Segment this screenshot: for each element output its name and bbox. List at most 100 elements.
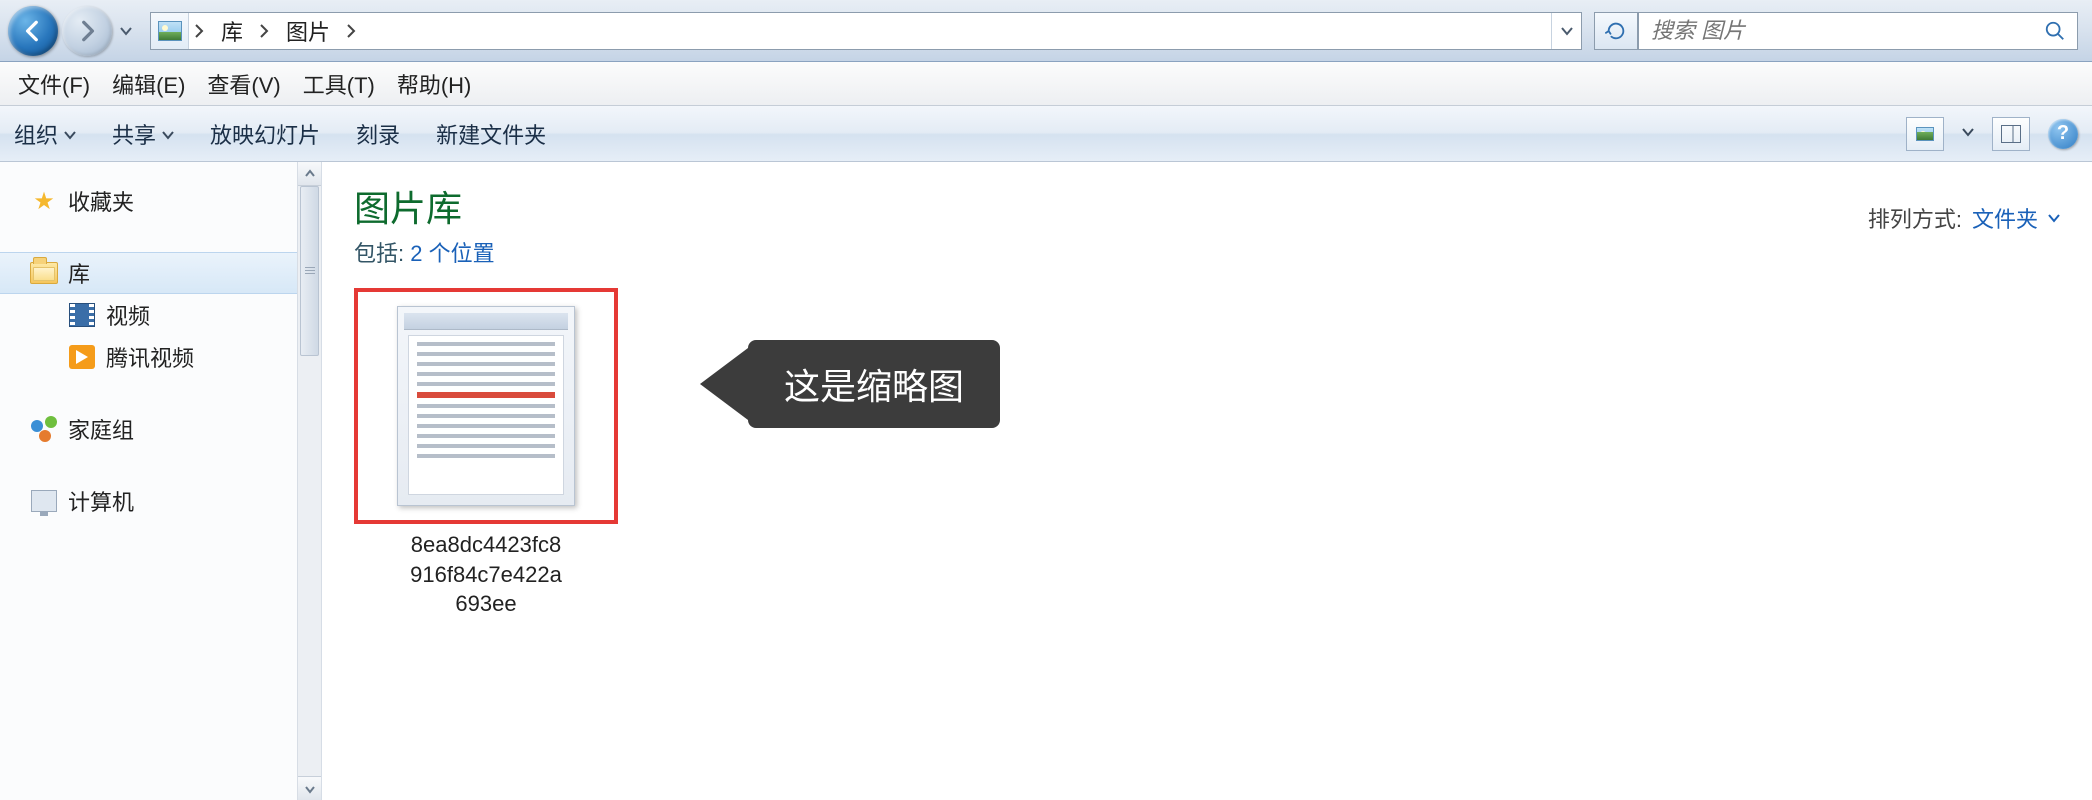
chevron-down-icon (64, 129, 76, 141)
share-label: 共享 (112, 118, 156, 150)
homegroup-icon (31, 416, 57, 442)
sidebar: ★ 收藏夹 库 视频 腾讯视频 (0, 162, 322, 800)
chevron-right-icon (346, 24, 356, 38)
pane-icon (2001, 125, 2021, 143)
star-icon: ★ (30, 187, 58, 215)
refresh-button[interactable] (1594, 12, 1638, 50)
menu-help[interactable]: 帮助(H) (397, 68, 472, 100)
menu-view[interactable]: 查看(V) (207, 68, 280, 100)
breadcrumb-pictures[interactable]: 图片 (274, 13, 341, 49)
chevron-down-icon (2048, 212, 2060, 224)
items-grid: 8ea8dc4423fc8 916f84c7e422a 693ee (354, 288, 2060, 619)
file-name-line1: 8ea8dc4423fc8 (362, 530, 610, 560)
address-right (1551, 13, 1581, 49)
annotation-callout: 这是缩略图 (700, 340, 1000, 428)
library-includes: 包括: 2 个位置 (354, 236, 495, 268)
sidebar-computer[interactable]: 计算机 (0, 480, 321, 522)
libraries-icon (30, 262, 58, 284)
arrow-left-icon (20, 18, 46, 44)
computer-label: 计算机 (68, 485, 134, 517)
breadcrumb-libraries[interactable]: 库 (209, 13, 254, 49)
search-bar (1638, 12, 2078, 50)
breadcrumb-arrow-2[interactable] (341, 13, 361, 49)
file-name-line3: 693ee (362, 589, 610, 619)
videos-icon (69, 303, 95, 327)
file-item[interactable]: 8ea8dc4423fc8 916f84c7e422a 693ee (354, 288, 618, 619)
breadcrumb: 库 图片 (189, 13, 361, 49)
preview-pane-button[interactable] (1992, 117, 2030, 151)
arrange-by: 排列方式: 文件夹 (1868, 180, 2060, 234)
homegroup-label: 家庭组 (68, 413, 134, 445)
sidebar-tencent-video[interactable]: 腾讯视频 (0, 336, 321, 378)
scroll-up-button[interactable] (298, 162, 321, 186)
toolbar-left: 组织 共享 放映幻灯片 刻录 新建文件夹 (14, 118, 546, 150)
scroll-down-button[interactable] (298, 776, 321, 800)
menu-edit[interactable]: 编辑(E) (112, 68, 185, 100)
callout-arrow-icon (700, 348, 748, 420)
sidebar-videos[interactable]: 视频 (0, 294, 321, 336)
help-icon: ? (2057, 122, 2069, 145)
sidebar-homegroup[interactable]: 家庭组 (0, 408, 321, 450)
organize-label: 组织 (14, 118, 58, 150)
library-title: 图片库 (354, 180, 495, 232)
menu-tools[interactable]: 工具(T) (303, 68, 375, 100)
computer-icon (31, 490, 57, 512)
nav-history-dropdown[interactable] (116, 11, 136, 51)
menu-file[interactable]: 文件(F) (18, 68, 90, 100)
refresh-icon (1605, 20, 1627, 42)
search-button[interactable] (2033, 13, 2077, 49)
location-icon (151, 13, 189, 49)
thumbnail-image (397, 306, 575, 506)
chevron-down-icon (1962, 126, 1974, 138)
breadcrumb-root-arrow[interactable] (189, 13, 209, 49)
share-button[interactable]: 共享 (112, 118, 174, 150)
sidebar-scrollbar[interactable] (297, 162, 321, 800)
arrange-value[interactable]: 文件夹 (1972, 202, 2038, 234)
forward-button[interactable] (62, 6, 112, 56)
burn-button[interactable]: 刻录 (356, 118, 400, 150)
tree-group-homegroup: 家庭组 (0, 408, 321, 450)
nav-buttons (0, 6, 144, 56)
menu-bar: 文件(F) 编辑(E) 查看(V) 工具(T) 帮助(H) (0, 62, 2092, 106)
tencent-video-icon (69, 345, 95, 369)
thumbnail-highlight-box (354, 288, 618, 524)
address-bar[interactable]: 库 图片 (150, 12, 1582, 50)
tree-group-libraries: 库 视频 腾讯视频 (0, 252, 321, 378)
arrange-label: 排列方式: (1868, 202, 1962, 234)
scroll-thumb[interactable] (300, 186, 319, 356)
help-button[interactable]: ? (2048, 119, 2078, 149)
toolbar-right: ? (1906, 117, 2078, 151)
includes-link[interactable]: 2 个位置 (410, 241, 494, 266)
organize-button[interactable]: 组织 (14, 118, 76, 150)
chevron-down-icon (305, 784, 315, 794)
nav-bar: 库 图片 (0, 0, 2092, 62)
chevron-up-icon (305, 169, 315, 179)
tree-group-favorites: ★ 收藏夹 (0, 180, 321, 222)
view-dropdown[interactable] (1962, 125, 1974, 143)
search-input[interactable] (1639, 18, 2033, 44)
breadcrumb-arrow-1[interactable] (254, 13, 274, 49)
tencent-video-label: 腾讯视频 (106, 341, 194, 373)
content-area: 图片库 包括: 2 个位置 排列方式: 文件夹 (322, 162, 2092, 800)
library-header: 图片库 包括: 2 个位置 排列方式: 文件夹 (354, 180, 2060, 268)
libraries-label: 库 (68, 257, 90, 289)
new-folder-button[interactable]: 新建文件夹 (436, 118, 546, 150)
slideshow-button[interactable]: 放映幻灯片 (210, 118, 320, 150)
sidebar-favorites[interactable]: ★ 收藏夹 (0, 180, 321, 222)
chevron-down-icon (1561, 25, 1573, 37)
address-dropdown[interactable] (1551, 13, 1581, 49)
thumbnails-icon (1916, 127, 1934, 141)
chevron-right-icon (259, 24, 269, 38)
pictures-icon (158, 21, 182, 41)
toolbar: 组织 共享 放映幻灯片 刻录 新建文件夹 ? (0, 106, 2092, 162)
back-button[interactable] (8, 6, 58, 56)
file-name: 8ea8dc4423fc8 916f84c7e422a 693ee (354, 530, 618, 619)
file-name-line2: 916f84c7e422a (362, 560, 610, 590)
chevron-down-icon (120, 25, 132, 37)
callout-text: 这是缩略图 (748, 340, 1000, 428)
search-icon (2044, 20, 2066, 42)
includes-prefix: 包括: (354, 241, 410, 266)
videos-label: 视频 (106, 299, 150, 331)
view-options-button[interactable] (1906, 117, 1944, 151)
sidebar-libraries[interactable]: 库 (0, 252, 321, 294)
